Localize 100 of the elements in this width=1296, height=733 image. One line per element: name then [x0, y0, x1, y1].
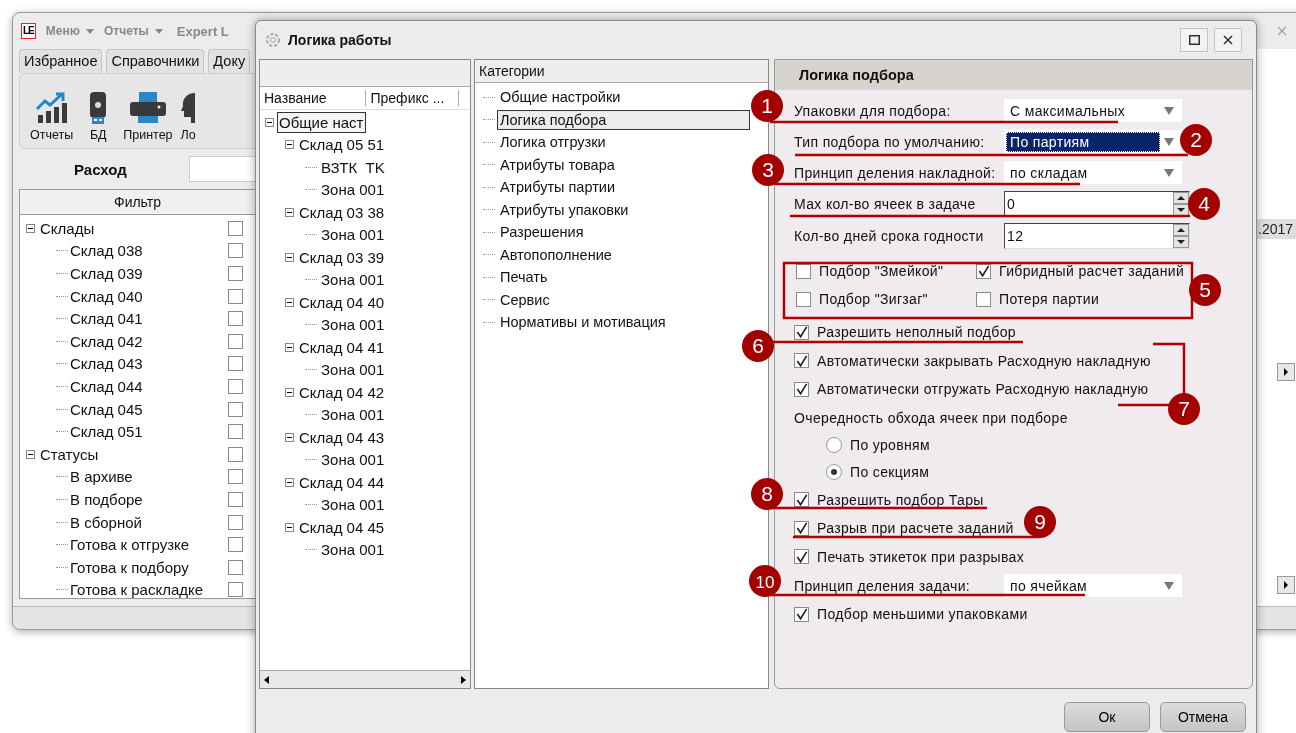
- tree-item[interactable]: Склад 040: [70, 287, 228, 305]
- dropdown[interactable]: по ячейкам: [1004, 574, 1182, 597]
- dropdown[interactable]: С максимальных: [1004, 99, 1182, 122]
- checkbox[interactable]: [228, 220, 243, 236]
- tree-item[interactable]: Склад 045: [70, 400, 228, 418]
- checkbox-label[interactable]: Потеря партии: [999, 291, 1100, 307]
- checkbox[interactable]: [228, 243, 243, 259]
- category-item[interactable]: Печать: [497, 267, 551, 288]
- maximize-icon[interactable]: [1188, 35, 1200, 45]
- checkbox-label[interactable]: Автоматически отгружать Расходную накладную: [817, 381, 1149, 398]
- tree-item[interactable]: Склад 042: [70, 332, 228, 350]
- tree-item[interactable]: Зона 001: [319, 494, 387, 516]
- checkbox-label[interactable]: Подбор меньшими упаковками: [817, 606, 1028, 623]
- tree-item[interactable]: Зона 001: [319, 269, 387, 291]
- collapse-icon[interactable]: [26, 223, 35, 233]
- spin-buttons-icon[interactable]: [1173, 224, 1189, 248]
- tree-item[interactable]: Склад 051: [70, 423, 228, 441]
- collapse-icon[interactable]: [285, 477, 294, 487]
- scroll-right-icon[interactable]: [1277, 576, 1295, 594]
- tab[interactable]: Избранное: [19, 49, 103, 73]
- tree-item[interactable]: В архиве: [70, 468, 228, 486]
- chart-icon[interactable]: [34, 91, 69, 125]
- checkbox-label[interactable]: Подбор "Змейкой": [819, 263, 944, 279]
- dialog-button[interactable]: Отмена: [1160, 702, 1246, 732]
- checkbox[interactable]: [794, 381, 809, 397]
- checkbox[interactable]: [794, 520, 809, 536]
- scrollbar[interactable]: [260, 670, 470, 688]
- checkbox[interactable]: [796, 291, 811, 307]
- radio-button[interactable]: [826, 437, 842, 453]
- tree-item[interactable]: ВЗТК TK: [319, 156, 387, 178]
- tree-item[interactable]: Статусы: [40, 445, 228, 463]
- tree-item[interactable]: Готова к подбору: [70, 558, 228, 576]
- tree-item[interactable]: Зона 001: [319, 314, 387, 336]
- column-header[interactable]: Название: [260, 90, 367, 106]
- radio-label[interactable]: По уровням: [850, 437, 931, 453]
- category-item[interactable]: Атрибуты товара: [497, 154, 618, 175]
- checkbox-label[interactable]: Разрешить неполный подбор: [817, 324, 1016, 341]
- checkbox[interactable]: [794, 324, 809, 340]
- collapse-icon[interactable]: [285, 387, 294, 397]
- tree-item[interactable]: Склад 04 41: [297, 336, 387, 358]
- tree-item[interactable]: Зона 001: [319, 179, 387, 201]
- tree-item[interactable]: Готова к отгрузке: [70, 536, 228, 554]
- collapse-icon[interactable]: [285, 207, 294, 217]
- checkbox[interactable]: [228, 333, 243, 349]
- category-item[interactable]: Логика отгрузки: [497, 132, 609, 153]
- checkbox[interactable]: [228, 491, 243, 507]
- collapse-icon[interactable]: [285, 252, 294, 262]
- tree-item[interactable]: Зона 001: [319, 449, 387, 471]
- tree-item[interactable]: Склад 04 42: [297, 381, 387, 403]
- checkbox[interactable]: [228, 582, 243, 598]
- tab[interactable]: Доку: [208, 49, 251, 73]
- scroll-right-icon[interactable]: [460, 675, 466, 684]
- collapse-icon[interactable]: [285, 342, 294, 352]
- category-item[interactable]: Общие настройки: [497, 87, 624, 108]
- tree-item[interactable]: Склад 03 38: [297, 201, 387, 223]
- dropdown-arrow-icon[interactable]: [1164, 106, 1174, 115]
- close-button[interactable]: [1214, 28, 1242, 52]
- tree-item[interactable]: Зона 001: [319, 404, 387, 426]
- spin-buttons-icon[interactable]: [1173, 192, 1189, 216]
- checkbox[interactable]: [976, 291, 991, 307]
- tree-item[interactable]: Общие наст: [277, 111, 366, 133]
- checkbox-label[interactable]: Гибридный расчет заданий: [999, 263, 1185, 279]
- close-icon[interactable]: [1223, 35, 1233, 45]
- maximize-button[interactable]: [1180, 28, 1208, 52]
- checkbox-label[interactable]: Печать этикеток при разрывах: [817, 548, 1025, 565]
- number-field[interactable]: 12: [1004, 223, 1190, 249]
- tree-item[interactable]: Склад 03 39: [297, 246, 387, 268]
- dialog-button[interactable]: Ок: [1064, 702, 1150, 732]
- tab[interactable]: Справочники: [106, 49, 205, 73]
- checkbox[interactable]: [794, 353, 809, 369]
- tree-item[interactable]: Склад 039: [70, 265, 228, 282]
- checkbox[interactable]: [228, 446, 243, 462]
- checkbox-label[interactable]: Разрыв при расчете заданий: [817, 520, 1014, 537]
- category-item[interactable]: Логика подбора: [497, 109, 750, 130]
- collapse-icon[interactable]: [285, 522, 294, 532]
- tree-item[interactable]: В подборе: [70, 490, 228, 508]
- printer-icon[interactable]: [127, 91, 168, 125]
- tree-item[interactable]: Склад 043: [70, 355, 228, 373]
- radio-label[interactable]: По секциям: [850, 464, 930, 480]
- checkbox[interactable]: [228, 537, 243, 553]
- dropdown[interactable]: по складам: [1004, 161, 1182, 184]
- tree-item[interactable]: Склад 05 51: [297, 134, 387, 156]
- checkbox[interactable]: [228, 401, 243, 417]
- dropdown[interactable]: По партиям: [1004, 130, 1182, 153]
- column-header[interactable]: Фильтр: [20, 190, 255, 215]
- tree-item[interactable]: В сборной: [70, 513, 228, 531]
- scroll-left-icon[interactable]: [264, 675, 270, 684]
- head-icon[interactable]: [181, 91, 196, 125]
- checkbox-label[interactable]: Разрешить подбор Тары: [817, 491, 984, 508]
- collapse-icon[interactable]: [265, 117, 274, 127]
- number-field[interactable]: 0: [1004, 191, 1190, 217]
- checkbox[interactable]: [794, 606, 809, 622]
- collapse-icon[interactable]: [285, 432, 294, 442]
- checkbox[interactable]: [228, 311, 243, 327]
- collapse-icon[interactable]: [285, 140, 294, 150]
- collapse-icon[interactable]: [26, 449, 35, 459]
- category-item[interactable]: Нормативы и мотивация: [497, 312, 669, 333]
- checkbox[interactable]: [228, 288, 243, 304]
- category-item[interactable]: Автопополнение: [497, 244, 615, 265]
- checkbox[interactable]: [228, 356, 243, 372]
